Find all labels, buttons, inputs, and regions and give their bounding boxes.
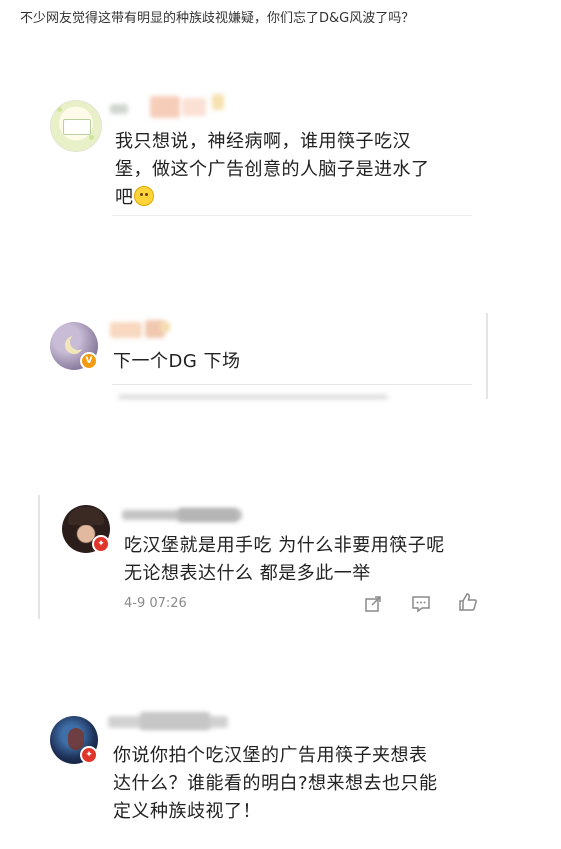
divider: [112, 215, 472, 216]
article-caption: 不少网友觉得这带有明显的种族歧视嫌疑，你们忘了D&G风波了吗？: [20, 11, 415, 26]
scroll-edge: [38, 495, 40, 619]
comment-text: 下一个DG 下场: [113, 351, 241, 372]
username-blurred: [178, 508, 238, 522]
scroll-edge: [486, 313, 488, 399]
verified-badge: V: [80, 352, 98, 370]
share-icon[interactable]: [363, 594, 383, 614]
divider: [112, 384, 472, 385]
username-blurred: [110, 322, 142, 338]
comment-text: 我只想说，神经病啊，谁用筷子吃汉 堡，做这个广告创意的人脑子是进水了 吧: [115, 131, 430, 208]
username-blurred: [140, 712, 210, 730]
username-blurred: [150, 96, 180, 118]
comment-text: 吃汉堡就是用手吃 为什么非要用筷子呢 无论想表达什么 都是多此一举: [124, 535, 445, 584]
comment-icon[interactable]: [411, 594, 431, 614]
like-icon[interactable]: [458, 592, 478, 612]
username-blurred: [160, 322, 170, 332]
comment-text: 你说你拍个吃汉堡的广告用筷子夹想表 达什么？谁能看的明白?想来想去也只能 定义种…: [113, 745, 438, 822]
comment-timestamp: 4-9 07:26: [124, 596, 187, 611]
smile-emoji-icon: [133, 186, 154, 206]
avatar[interactable]: [50, 100, 102, 152]
username-blurred: [212, 94, 224, 110]
username-blurred: [110, 104, 128, 114]
red-badge: ✦: [92, 535, 110, 553]
red-badge: ✦: [80, 746, 98, 764]
reply-preview-blurred: [118, 394, 388, 400]
username-blurred: [182, 98, 206, 116]
